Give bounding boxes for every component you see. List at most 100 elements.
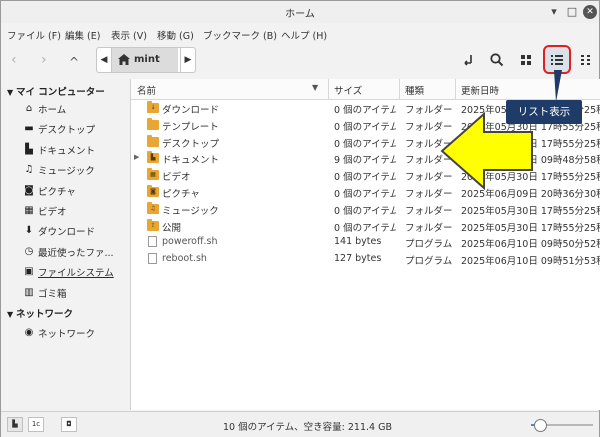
breadcrumb-home[interactable]: mint <box>112 48 178 72</box>
sidebar-item[interactable]: ◷ 最近使ったファ... <box>23 244 127 262</box>
open-terminal-icon[interactable] <box>460 52 476 68</box>
table-row[interactable]: ⇪ 公開 0 個のアイテム フォルダー 2025年05月30日 17時55分25秒 <box>131 218 600 235</box>
file-name: ピクチャ <box>162 189 200 200</box>
file-size: 127 bytes <box>334 253 382 265</box>
file-type: プログラム <box>405 239 453 251</box>
recent-icon: ◷ <box>24 245 34 257</box>
menu-file[interactable]: ファイル (F) <box>7 28 61 42</box>
search-icon[interactable] <box>489 52 505 68</box>
zoom-slider[interactable] <box>531 419 593 432</box>
sidebar-section-network[interactable]: ▼ ネットワーク <box>7 306 73 320</box>
drive-icon: ▣ <box>24 266 34 278</box>
file-type: フォルダー <box>405 222 453 234</box>
breadcrumb-label: mint <box>134 54 160 65</box>
sidebar-item-label: ドキュメント <box>38 145 96 157</box>
sidebar-item-label: ホーム <box>38 105 67 116</box>
sidebar-item[interactable]: ▬ デスクトップ <box>23 121 127 139</box>
sidebar-item-label: ビデオ <box>38 207 67 218</box>
folder-emblem-icon: ⇪ <box>150 221 156 229</box>
up-button[interactable]: ^ <box>69 55 79 69</box>
sidebar-item[interactable]: ⬇ ダウンロード <box>23 223 127 241</box>
icon-view-icon[interactable] <box>518 52 534 68</box>
sidebar-item[interactable]: ◉ ネットワーク <box>23 325 127 343</box>
sidebar-item-label: デスクトップ <box>38 125 96 137</box>
forward-button[interactable]: › <box>41 53 47 67</box>
title-bar: ホーム ▾ □ ✕ <box>1 1 599 23</box>
file-name: poweroff.sh <box>162 236 218 248</box>
sidebar-item[interactable]: ◙ ピクチャ <box>23 183 127 201</box>
path-scroll-left-button[interactable]: ◀ <box>97 48 112 72</box>
table-row[interactable]: poweroff.sh 141 bytes プログラム 2025年06月10日 09時… <box>131 234 600 251</box>
menu-bookmarks[interactable]: ブックマーク (B) <box>203 28 277 42</box>
music-icon: ♫ <box>24 164 34 176</box>
file-size: 9 個のアイテム <box>334 155 396 167</box>
sidebar-item-label: ファイルシステム <box>38 268 114 280</box>
tree-sidebar-toggle[interactable]: 1c <box>28 417 44 432</box>
sidebar-item[interactable]: ▥ ゴミ箱 <box>23 285 127 303</box>
sidebar-item-label: 最近使ったファ... <box>38 247 114 259</box>
file-name: ビデオ <box>162 172 191 184</box>
close-button[interactable]: ✕ <box>583 5 597 19</box>
menu-edit[interactable]: 編集 (E) <box>65 28 100 42</box>
file-name: デスクトップ <box>162 138 220 150</box>
table-row[interactable]: ♫ ミュージック 0 個のアイテム フォルダー 2025年05月30日 17時55分25… <box>131 201 600 218</box>
trash-icon: ▥ <box>24 286 34 298</box>
column-header-type[interactable]: 種類 <box>405 83 424 97</box>
expand-arrow-icon: ▼ <box>7 88 16 97</box>
folder-emblem-icon <box>147 137 159 147</box>
file-name: reboot.sh <box>162 253 207 265</box>
menu-go[interactable]: 移動 (G) <box>157 28 194 42</box>
menu-view[interactable]: 表示 (V) <box>111 28 147 42</box>
path-bar: ◀ mint ▶ <box>96 47 196 73</box>
folder-icon: ◙ <box>147 185 159 197</box>
sidebar-item[interactable]: ♫ ミュージック <box>23 162 127 180</box>
maximize-button[interactable]: □ <box>564 4 580 20</box>
back-button[interactable]: ‹ <box>11 53 17 67</box>
sidebar-item-label: ダウンロード <box>38 227 96 239</box>
yellow-arrow-icon <box>440 111 533 191</box>
section-label: ネットワーク <box>15 309 73 320</box>
camera-icon: ◙ <box>24 184 34 196</box>
minimize-button[interactable]: ▾ <box>546 4 562 20</box>
file-modified: 2025年05月30日 17時55分25秒 <box>461 205 600 217</box>
file-modified: 2025年05月30日 17時55分25秒 <box>461 222 600 234</box>
file-size: 0 個のアイテム <box>334 172 396 184</box>
folder-emblem-icon: ▙ <box>150 154 156 162</box>
hide-sidebar-toggle[interactable]: ◘ <box>61 417 77 432</box>
file-name: 公開 <box>162 222 182 234</box>
list-view-icon[interactable] <box>549 52 565 68</box>
folder-emblem-icon: ↓ <box>150 104 156 111</box>
folder-icon: ♫ <box>147 201 159 214</box>
compact-view-icon[interactable] <box>578 52 594 68</box>
file-size: 0 個のアイテム <box>334 138 396 150</box>
expand-arrow-icon: ▼ <box>7 310 16 319</box>
script-file-icon <box>148 253 157 265</box>
download-icon: ⬇ <box>24 225 34 237</box>
column-header-name[interactable]: 名前 <box>137 83 156 97</box>
sidebar-item[interactable]: ▣ ファイルシステム <box>23 264 127 282</box>
sidebar-item-label: ピクチャ <box>38 186 76 198</box>
file-modified: 2025年06月10日 09時51分53秒 <box>461 256 600 268</box>
sidebar-item[interactable]: ▙ ドキュメント <box>23 142 127 160</box>
folder-icon: ↓ <box>147 101 159 113</box>
column-header-modified[interactable]: 更新日時 <box>461 83 499 97</box>
video-icon: ▦ <box>24 205 34 216</box>
folder-emblem-icon <box>147 120 159 130</box>
zoom-slider-knob[interactable] <box>534 419 548 432</box>
expand-arrow-icon[interactable]: ▶ <box>134 153 139 161</box>
sidebar-item[interactable]: ▦ ビデオ <box>23 203 127 221</box>
desktop-icon: ▬ <box>24 123 34 135</box>
file-name: ダウンロード <box>162 105 220 116</box>
column-header-size[interactable]: サイズ <box>334 83 362 97</box>
document-icon: ▙ <box>25 143 33 155</box>
home-icon: ⌂ <box>25 103 33 114</box>
sidebar-item[interactable]: ⌂ ホーム <box>23 101 127 119</box>
file-size: 0 個のアイテム <box>334 222 396 234</box>
sidebar-section-my-computer[interactable]: ▼ マイ コンピューター <box>7 84 105 98</box>
folder-emblem-icon: ▦ <box>150 171 156 179</box>
path-scroll-right-button[interactable]: ▶ <box>180 48 195 72</box>
callout-pointer-icon <box>554 70 562 102</box>
table-row[interactable]: reboot.sh 127 bytes プログラム 2025年06月10日 09時51… <box>131 251 600 268</box>
places-sidebar-toggle[interactable]: ▙ <box>7 417 23 432</box>
menu-help[interactable]: ヘルプ (H) <box>281 28 327 42</box>
